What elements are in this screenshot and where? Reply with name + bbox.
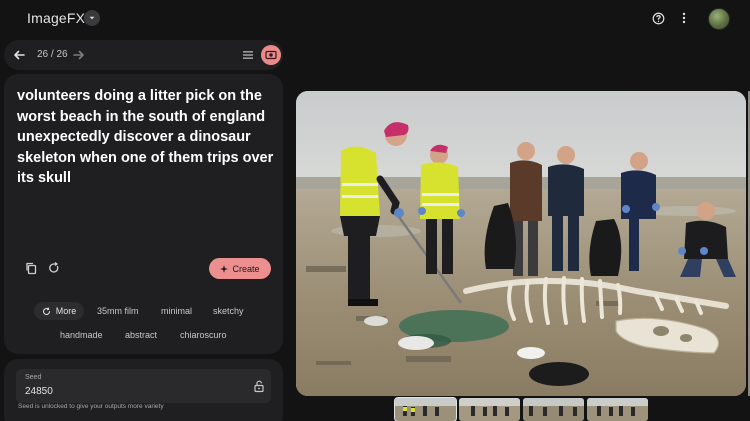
seed-value: 24850 — [25, 386, 53, 397]
create-button[interactable]: Create — [209, 258, 271, 279]
style-chip[interactable]: abstract — [125, 326, 157, 344]
prompt-panel: volunteers doing a litter pick on the wo… — [4, 74, 283, 354]
thumbnail-image — [395, 398, 456, 421]
grid-view-icon[interactable] — [241, 48, 255, 62]
avatar[interactable] — [708, 8, 730, 30]
refresh-icon — [42, 306, 50, 315]
copy-icon[interactable] — [24, 261, 38, 275]
app-menu-dropdown[interactable] — [84, 10, 100, 26]
create-button-label: Create — [232, 263, 260, 274]
reset-icon[interactable] — [47, 261, 61, 275]
more-vert-icon — [682, 12, 686, 24]
style-chip[interactable]: chiaroscuro — [180, 326, 227, 344]
more-options-button[interactable] — [677, 11, 691, 25]
seed-note: Seed is unlocked to give your outputs mo… — [18, 403, 164, 410]
style-chip[interactable]: sketchy — [213, 302, 244, 320]
chevron-down-icon — [89, 16, 95, 20]
thumbnail[interactable] — [394, 397, 457, 421]
image-mode-icon — [265, 50, 277, 60]
seed-label: Seed — [25, 374, 42, 381]
thumbnail-image — [459, 398, 520, 421]
top-bar: ImageFX — [0, 0, 750, 38]
help-icon — [652, 12, 664, 24]
style-chip[interactable]: 35mm film — [97, 302, 139, 320]
app-title: ImageFX — [27, 10, 86, 26]
arrow-back-icon[interactable] — [12, 48, 26, 62]
thumbnail[interactable] — [587, 398, 648, 421]
image-mode-button[interactable] — [261, 45, 281, 65]
generated-image[interactable] — [296, 91, 746, 396]
beach-scene-image — [296, 91, 746, 396]
more-chips-label: More — [55, 306, 77, 316]
history-counter: 26 / 26 — [37, 49, 68, 60]
unlock-icon[interactable] — [252, 379, 266, 393]
thumbnail-image — [523, 398, 584, 421]
seed-panel: Seed 24850 Seed is unlocked to give your… — [4, 359, 283, 421]
thumbnail[interactable] — [459, 398, 520, 421]
thumbnail[interactable] — [523, 398, 584, 421]
help-button[interactable] — [651, 11, 665, 25]
history-navigation: 26 / 26 — [4, 40, 283, 70]
style-chip[interactable]: handmade — [60, 326, 103, 344]
thumbnail-image — [587, 398, 648, 421]
prompt-text[interactable]: volunteers doing a litter pick on the wo… — [17, 86, 277, 189]
sparkle-icon — [220, 264, 229, 273]
arrow-forward-icon[interactable] — [72, 48, 86, 62]
seed-field[interactable]: Seed 24850 — [16, 369, 271, 403]
style-chip[interactable]: minimal — [161, 302, 192, 320]
more-chips-button[interactable]: More — [34, 302, 84, 320]
